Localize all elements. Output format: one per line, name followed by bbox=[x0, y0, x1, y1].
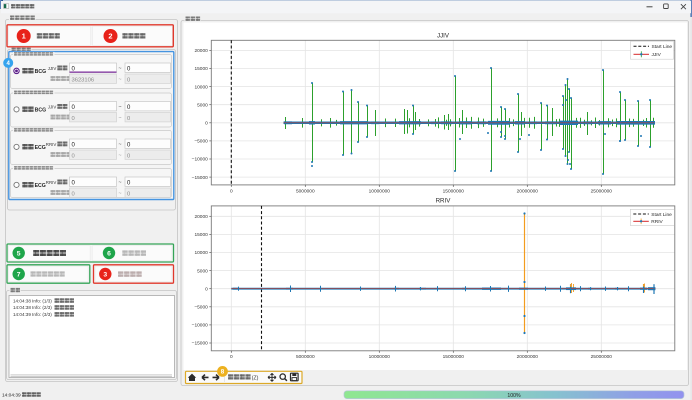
svg-text:5000000: 5000000 bbox=[296, 188, 315, 194]
svg-text:~: ~ bbox=[118, 104, 121, 110]
svg-text:25000000: 25000000 bbox=[591, 188, 613, 194]
svg-text:5000: 5000 bbox=[197, 268, 208, 274]
svg-text:RRIV: RRIV bbox=[651, 219, 663, 225]
svg-text:~: ~ bbox=[118, 77, 121, 83]
svg-text:3623106: 3623106 bbox=[72, 77, 95, 83]
svg-text:15000000: 15000000 bbox=[443, 354, 465, 360]
svg-text:5000: 5000 bbox=[197, 102, 208, 108]
svg-text:(Z): (Z) bbox=[252, 376, 259, 382]
svg-text:0: 0 bbox=[72, 116, 75, 122]
svg-text:0: 0 bbox=[230, 354, 233, 360]
svg-text:10000: 10000 bbox=[194, 250, 208, 256]
svg-text:3: 3 bbox=[103, 271, 107, 278]
svg-text:ECG: ECG bbox=[35, 183, 46, 189]
svg-text:20000000: 20000000 bbox=[517, 354, 539, 360]
svg-text:−10000: −10000 bbox=[192, 323, 208, 329]
svg-text:Start Line: Start Line bbox=[651, 212, 672, 218]
svg-text:RRIV: RRIV bbox=[436, 198, 452, 205]
svg-text:100%: 100% bbox=[507, 393, 521, 399]
svg-text:RRIV: RRIV bbox=[46, 142, 57, 147]
svg-text:5000000: 5000000 bbox=[296, 354, 315, 360]
svg-text:10000: 10000 bbox=[194, 84, 208, 90]
svg-text:−15000: −15000 bbox=[192, 175, 208, 181]
svg-text:JJIV: JJIV bbox=[437, 32, 450, 39]
svg-text:~: ~ bbox=[118, 115, 121, 121]
svg-text:BCG: BCG bbox=[35, 108, 47, 114]
svg-text:14:04:38 Info: (2/3): 14:04:38 Info: (2/3) bbox=[13, 305, 52, 310]
svg-text:ECG: ECG bbox=[35, 145, 46, 151]
svg-text:0: 0 bbox=[205, 121, 208, 127]
svg-text:−5000: −5000 bbox=[194, 139, 208, 145]
svg-text:14:04:39 Info: (3/3): 14:04:39 Info: (3/3) bbox=[13, 312, 52, 317]
svg-text:20000000: 20000000 bbox=[517, 188, 539, 194]
svg-text:0: 0 bbox=[72, 153, 75, 159]
svg-text:0: 0 bbox=[72, 191, 75, 197]
svg-text:20000: 20000 bbox=[194, 214, 208, 220]
svg-text:8: 8 bbox=[221, 369, 225, 376]
svg-text:−15000: −15000 bbox=[192, 341, 208, 347]
svg-text:0: 0 bbox=[230, 188, 233, 194]
svg-text:20000: 20000 bbox=[194, 48, 208, 54]
svg-text:15000: 15000 bbox=[194, 66, 208, 72]
svg-text:5: 5 bbox=[17, 250, 21, 257]
svg-text:Start Line: Start Line bbox=[652, 44, 673, 50]
svg-text:7: 7 bbox=[17, 271, 21, 278]
svg-text:0: 0 bbox=[127, 116, 130, 122]
svg-text:0: 0 bbox=[205, 286, 208, 292]
svg-text:10000000: 10000000 bbox=[369, 188, 391, 194]
svg-text:0: 0 bbox=[127, 191, 130, 197]
svg-text:10000000: 10000000 bbox=[369, 354, 391, 360]
svg-text:25000000: 25000000 bbox=[591, 354, 613, 360]
svg-text:14:04:38 Info: (1/3): 14:04:38 Info: (1/3) bbox=[13, 298, 52, 303]
svg-text:~: ~ bbox=[118, 142, 121, 148]
svg-text:JJIV: JJIV bbox=[652, 52, 662, 58]
svg-text:JJIV: JJIV bbox=[48, 66, 57, 71]
svg-text:0: 0 bbox=[127, 77, 130, 83]
svg-text:−10000: −10000 bbox=[192, 157, 208, 163]
svg-text:~: ~ bbox=[118, 180, 121, 186]
svg-text:RRIV: RRIV bbox=[46, 180, 57, 185]
svg-text:~: ~ bbox=[118, 153, 121, 159]
svg-text:JJIV: JJIV bbox=[48, 104, 57, 109]
svg-text:−5000: −5000 bbox=[194, 305, 208, 311]
svg-text:BCG: BCG bbox=[35, 69, 47, 75]
svg-text:6: 6 bbox=[107, 250, 111, 257]
svg-text:15000000: 15000000 bbox=[443, 188, 465, 194]
svg-text:14:04:39: 14:04:39 bbox=[2, 392, 21, 398]
svg-text:0: 0 bbox=[127, 153, 130, 159]
svg-text:2: 2 bbox=[108, 32, 112, 41]
svg-text:15000: 15000 bbox=[194, 232, 208, 238]
svg-text:1: 1 bbox=[22, 32, 26, 41]
svg-text:~: ~ bbox=[118, 191, 121, 197]
svg-text:~: ~ bbox=[118, 66, 121, 72]
